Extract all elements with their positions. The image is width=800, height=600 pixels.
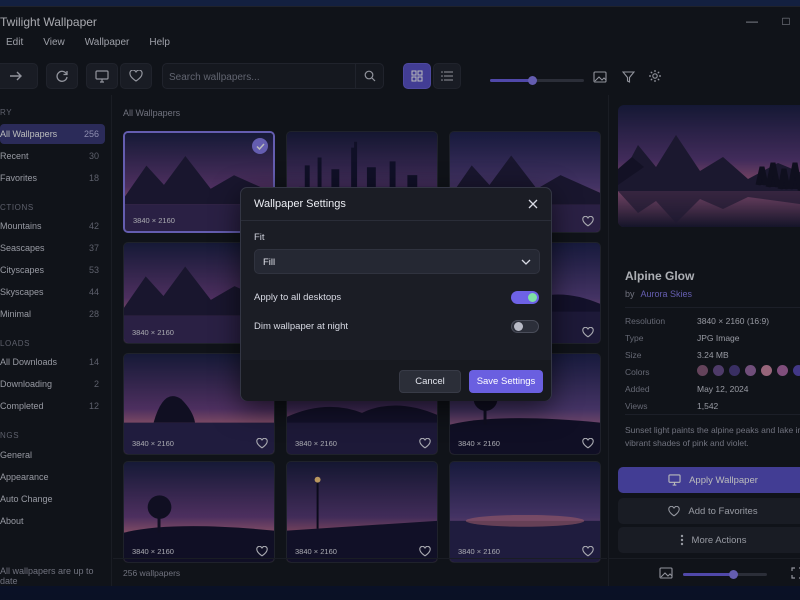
fit-selected-value: Fill	[263, 257, 276, 268]
toggle-knob	[514, 322, 523, 331]
cancel-button[interactable]: Cancel	[399, 370, 461, 393]
apply-all-label: Apply to all desktops	[254, 292, 342, 303]
wallpaper-settings-dialog: Wallpaper Settings Fit Fill Apply to all…	[240, 187, 552, 401]
dim-night-toggle[interactable]	[511, 320, 539, 333]
fit-dropdown[interactable]: Fill	[254, 249, 540, 274]
chevron-down-icon	[521, 259, 531, 265]
dim-night-label: Dim wallpaper at night	[254, 321, 348, 332]
apply-all-toggle[interactable]	[511, 291, 539, 304]
dialog-title: Wallpaper Settings	[254, 198, 346, 210]
dialog-close-button[interactable]	[525, 196, 541, 212]
close-icon	[528, 199, 538, 209]
save-settings-button[interactable]: Save Settings	[469, 370, 543, 393]
toggle-knob	[528, 293, 537, 302]
fit-label: Fit	[254, 232, 265, 243]
divider	[241, 220, 551, 221]
